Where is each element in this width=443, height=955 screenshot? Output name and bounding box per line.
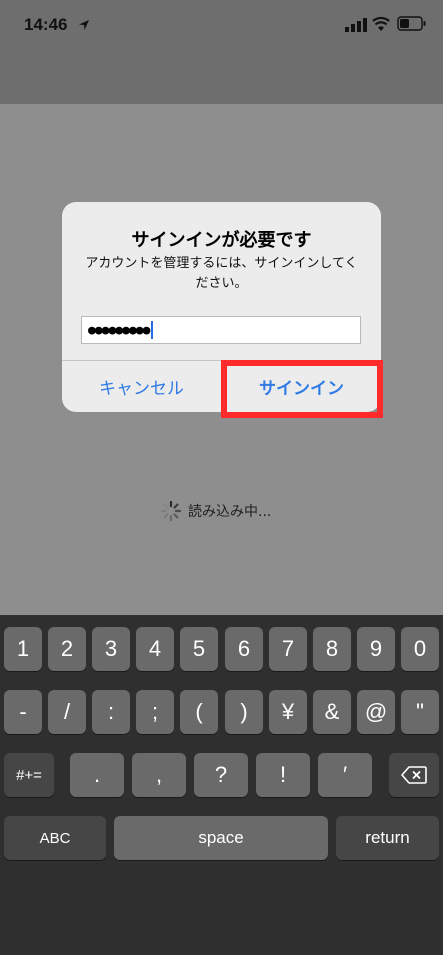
loading-text: 読み込み中... — [188, 504, 272, 520]
key-open-paren[interactable]: ( — [180, 690, 218, 734]
keyboard: 1 2 3 4 5 6 7 8 9 0 - / : ; ( ) ¥ & @ " … — [0, 615, 443, 955]
key-close-paren[interactable]: ) — [225, 690, 263, 734]
wifi-icon — [372, 16, 390, 31]
cellular-signal-icon — [345, 18, 367, 32]
return-key[interactable]: return — [336, 816, 439, 860]
key-slash[interactable]: / — [48, 690, 86, 734]
key-hyphen[interactable]: - — [4, 690, 42, 734]
password-field[interactable]: ●●●●●●●●● — [81, 316, 361, 344]
key-7[interactable]: 7 — [269, 627, 307, 671]
key-quote[interactable]: " — [401, 690, 439, 734]
loading-indicator: 読み込み中... — [160, 500, 271, 522]
delete-key[interactable] — [389, 753, 439, 797]
spinner-icon — [160, 500, 182, 522]
key-3[interactable]: 3 — [92, 627, 130, 671]
key-yen[interactable]: ¥ — [269, 690, 307, 734]
key-semicolon[interactable]: ; — [136, 690, 174, 734]
text-caret — [151, 321, 154, 339]
key-at[interactable]: @ — [357, 690, 395, 734]
key-9[interactable]: 9 — [357, 627, 395, 671]
key-1[interactable]: 1 — [4, 627, 42, 671]
key-apostrophe[interactable]: ′ — [318, 753, 372, 797]
key-2[interactable]: 2 — [48, 627, 86, 671]
key-colon[interactable]: : — [92, 690, 130, 734]
alert-message: アカウントを管理するには、サインインしてください。 — [85, 256, 358, 291]
key-ampersand[interactable]: & — [313, 690, 351, 734]
status-time: 14:46 — [24, 15, 68, 34]
key-6[interactable]: 6 — [225, 627, 263, 671]
key-question[interactable]: ? — [194, 753, 248, 797]
alert-title: サインインが必要です — [131, 230, 312, 251]
cancel-button[interactable]: キャンセル — [62, 361, 221, 412]
key-5[interactable]: 5 — [180, 627, 218, 671]
key-0[interactable]: 0 — [401, 627, 439, 671]
key-abc[interactable]: ABC — [4, 816, 106, 860]
space-key[interactable]: space — [114, 816, 328, 860]
key-symbols[interactable]: #+= — [4, 753, 54, 797]
key-exclamation[interactable]: ! — [256, 753, 310, 797]
key-4[interactable]: 4 — [136, 627, 174, 671]
key-period[interactable]: . — [70, 753, 124, 797]
battery-icon — [397, 16, 426, 31]
key-comma[interactable]: , — [132, 753, 186, 797]
key-8[interactable]: 8 — [313, 627, 351, 671]
signin-highlight-box — [221, 360, 383, 418]
location-arrow-icon — [79, 20, 89, 30]
password-value: ●●●●●●●●● — [88, 322, 150, 338]
backspace-icon — [401, 766, 427, 784]
status-bar: 14:46 — [0, 0, 443, 104]
